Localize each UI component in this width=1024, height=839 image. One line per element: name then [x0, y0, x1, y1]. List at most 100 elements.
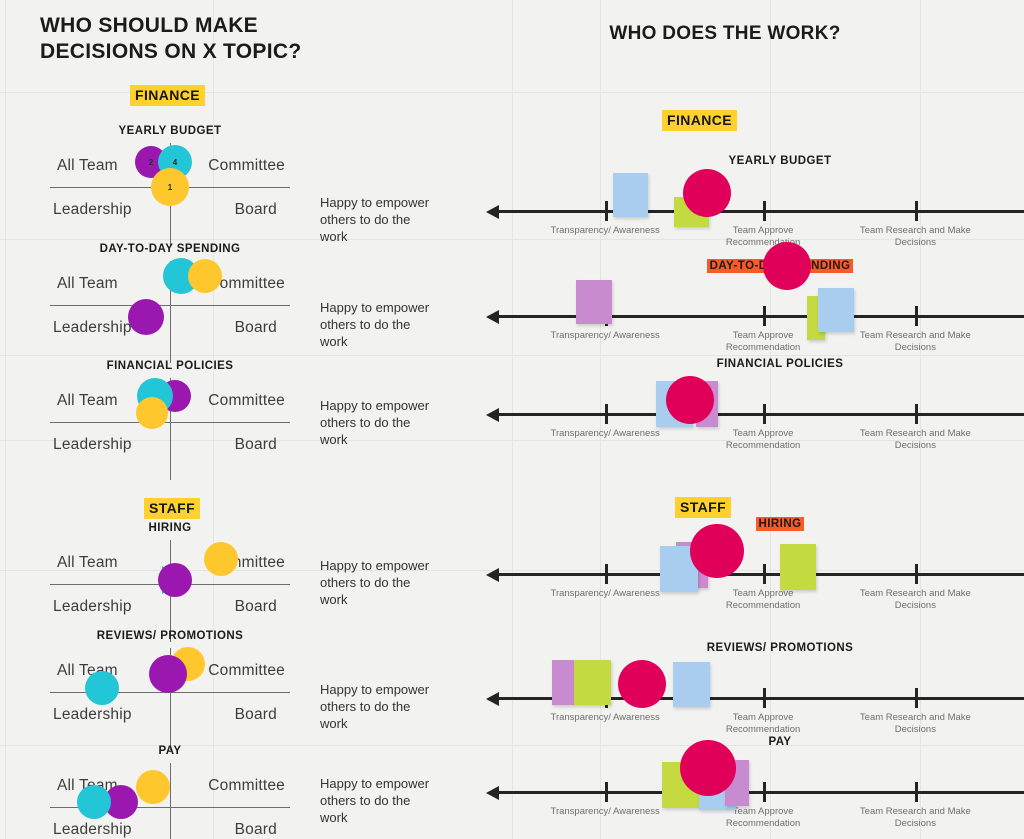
- timeline-dot-reviews-promotions-0[interactable]: [618, 660, 666, 708]
- quadrant-label-committee: Committee: [208, 662, 285, 679]
- quadrant-label-leadership: Leadership: [53, 319, 132, 336]
- timeline-axis-line: [498, 210, 1024, 213]
- timeline-dot-hiring-0[interactable]: [690, 524, 744, 578]
- quadrant-title-day-to-day-spending: DAY-TO-DAY SPENDING: [99, 243, 241, 255]
- timeline-title-wrap-day-to-day-spending: DAY-TO-DAY SPENDING: [480, 259, 1024, 273]
- quadrant-label-committee: Committee: [208, 392, 285, 409]
- timeline-tick-label-1: Team Approve Recommendation: [725, 712, 801, 735]
- timeline-dot-yearly-budget-0[interactable]: [683, 169, 731, 217]
- timeline-chart-hiring: HIRING Transparency/ Awareness Team Approv…: [320, 517, 1024, 638]
- sticky-note-yearly-budget-0[interactable]: [613, 173, 648, 217]
- timeline-arrow-left: [486, 567, 499, 582]
- quadrant-label-board: Board: [234, 319, 277, 336]
- timeline-tick-0: [605, 564, 608, 584]
- sticky-note-day-to-day-spending-0[interactable]: [576, 280, 612, 324]
- timeline-title-wrap-yearly-budget: YEARLY BUDGET: [480, 155, 1024, 167]
- sticky-note-reviews-promotions-2[interactable]: [673, 662, 710, 707]
- quadrant-label-all-team: All Team: [57, 157, 118, 174]
- quadrant-label-all-team: All Team: [57, 554, 118, 571]
- timeline-tick-0: [605, 404, 608, 424]
- timeline-tick-1: [763, 306, 766, 326]
- timeline-dot-financial-policies-0[interactable]: [666, 376, 714, 424]
- quadrant-label-board: Board: [234, 436, 277, 453]
- quadrant-label-board: Board: [234, 821, 277, 838]
- quadrant-label-leadership: Leadership: [53, 436, 132, 453]
- timeline-left-end-label: Happy to empower others to do the work: [320, 558, 430, 607]
- quadrant-title-reviews-promotions: REVIEWS/ PROMOTIONS: [96, 630, 244, 642]
- quadrant-title-financial-policies: FINANCIAL POLICIES: [106, 360, 234, 372]
- timeline-tick-2: [915, 404, 918, 424]
- timeline-tick-1: [763, 782, 766, 802]
- timeline-tick-label-0: Transparency/ Awareness: [550, 806, 660, 817]
- quadrant-title-pay: PAY: [158, 745, 182, 757]
- vote-dot-pay-0[interactable]: [136, 770, 170, 804]
- quadrant-chart-reviews-promotions: REVIEWS/ PROMOTIONS All Team Committee Lead…: [45, 630, 295, 750]
- vote-dot-hiring-1[interactable]: [158, 563, 192, 597]
- timeline-dot-pay-0[interactable]: [680, 740, 736, 796]
- quadrant-chart-yearly-budget: YEARLY BUDGET All Team Committee Leadership…: [45, 125, 295, 245]
- timeline-tick-label-2: Team Research and Make Decisions: [859, 712, 971, 735]
- timeline-left-end-label: Happy to empower others to do the work: [320, 682, 430, 731]
- quadrant-label-leadership: Leadership: [53, 598, 132, 615]
- timeline-tick-1: [763, 201, 766, 221]
- timeline-tick-label-2: Team Research and Make Decisions: [859, 225, 971, 248]
- quadrant-label-board: Board: [234, 706, 277, 723]
- timeline-tick-label-2: Team Research and Make Decisions: [859, 330, 971, 353]
- timeline-axis-line: [498, 413, 1024, 416]
- timeline-chart-pay: PAY Transparency/ Awareness Team Approve R…: [320, 736, 1024, 839]
- timeline-title-wrap-pay: PAY: [480, 736, 1024, 748]
- section-badge-staff-right: STAFF: [675, 497, 732, 518]
- quadrant-label-leadership: Leadership: [53, 821, 132, 838]
- timeline-arrow-left: [486, 309, 499, 324]
- quadrant-title-yearly-budget: YEARLY BUDGET: [118, 125, 222, 137]
- timeline-left-end-label: Happy to empower others to do the work: [320, 398, 430, 447]
- vote-dot-day-to-day-spending-1[interactable]: [188, 259, 222, 293]
- timeline-arrow-left: [486, 691, 499, 706]
- quadrant-axis-vertical: [170, 763, 171, 839]
- timeline-tick-label-0: Transparency/ Awareness: [550, 428, 660, 439]
- timeline-left-end-label: Happy to empower others to do the work: [320, 300, 430, 349]
- section-badge-finance-right: FINANCE: [662, 110, 738, 131]
- quadrant-chart-pay: PAYAll TeamCommitteeLeadershipBoard: [45, 745, 295, 839]
- timeline-dot-day-to-day-spending-0[interactable]: [763, 242, 811, 290]
- section-badge-staff-left: STAFF: [144, 498, 201, 519]
- quadrant-chart-financial-policies: FINANCIAL POLICIES All Team Committee Leade…: [45, 360, 295, 480]
- quadrant-label-committee: Committee: [208, 157, 285, 174]
- timeline-title-pay: PAY: [768, 736, 792, 748]
- timeline-title-financial-policies: FINANCIAL POLICIES: [716, 358, 844, 370]
- vote-dot-yearly-budget-2[interactable]: 1: [151, 168, 189, 206]
- timeline-title-wrap-reviews-promotions: REVIEWS/ PROMOTIONS: [480, 642, 1024, 654]
- gridline-vertical-0: [5, 0, 6, 839]
- timeline-tick-2: [915, 306, 918, 326]
- timeline-tick-label-1: Team Approve Recommendation: [725, 428, 801, 451]
- timeline-tick-label-0: Transparency/ Awareness: [550, 588, 660, 599]
- sticky-note-reviews-promotions-1[interactable]: [574, 660, 611, 705]
- sticky-note-reviews-promotions-0[interactable]: [552, 660, 574, 705]
- timeline-chart-financial-policies: FINANCIAL POLICIES Transparency/ Awarenes…: [320, 358, 1024, 478]
- sticky-note-hiring-2[interactable]: [780, 544, 816, 590]
- vote-dot-reviews-promotions-1[interactable]: [149, 655, 187, 693]
- timeline-axis-line: [498, 573, 1024, 576]
- quadrant-label-leadership: Leadership: [53, 706, 132, 723]
- quadrant-label-all-team: All Team: [57, 392, 118, 409]
- timeline-title-wrap-financial-policies: FINANCIAL POLICIES: [480, 358, 1024, 370]
- timeline-title-yearly-budget: YEARLY BUDGET: [728, 155, 832, 167]
- timeline-tick-1: [763, 404, 766, 424]
- vote-dot-financial-policies-2[interactable]: [136, 397, 168, 429]
- timeline-arrow-left: [486, 785, 499, 800]
- quadrant-chart-hiring: HIRING All Team Committee Leadership Board: [45, 522, 295, 642]
- timeline-axis-line: [498, 791, 1024, 794]
- quadrant-label-committee: Committee: [208, 777, 285, 794]
- timeline-left-end-label: Happy to empower others to do the work: [320, 776, 430, 825]
- timeline-tick-label-2: Team Research and Make Decisions: [859, 806, 971, 829]
- vote-dot-pay-2[interactable]: [77, 785, 111, 819]
- timeline-left-end-label: Happy to empower others to do the work: [320, 195, 430, 244]
- timeline-tick-2: [915, 782, 918, 802]
- timeline-tick-0: [605, 782, 608, 802]
- timeline-tick-1: [763, 564, 766, 584]
- sticky-note-day-to-day-spending-2[interactable]: [818, 288, 854, 332]
- vote-dot-reviews-promotions-2[interactable]: [85, 671, 119, 705]
- timeline-tick-1: [763, 688, 766, 708]
- vote-dot-day-to-day-spending-2[interactable]: [128, 299, 164, 335]
- vote-dot-hiring-0[interactable]: [204, 542, 238, 576]
